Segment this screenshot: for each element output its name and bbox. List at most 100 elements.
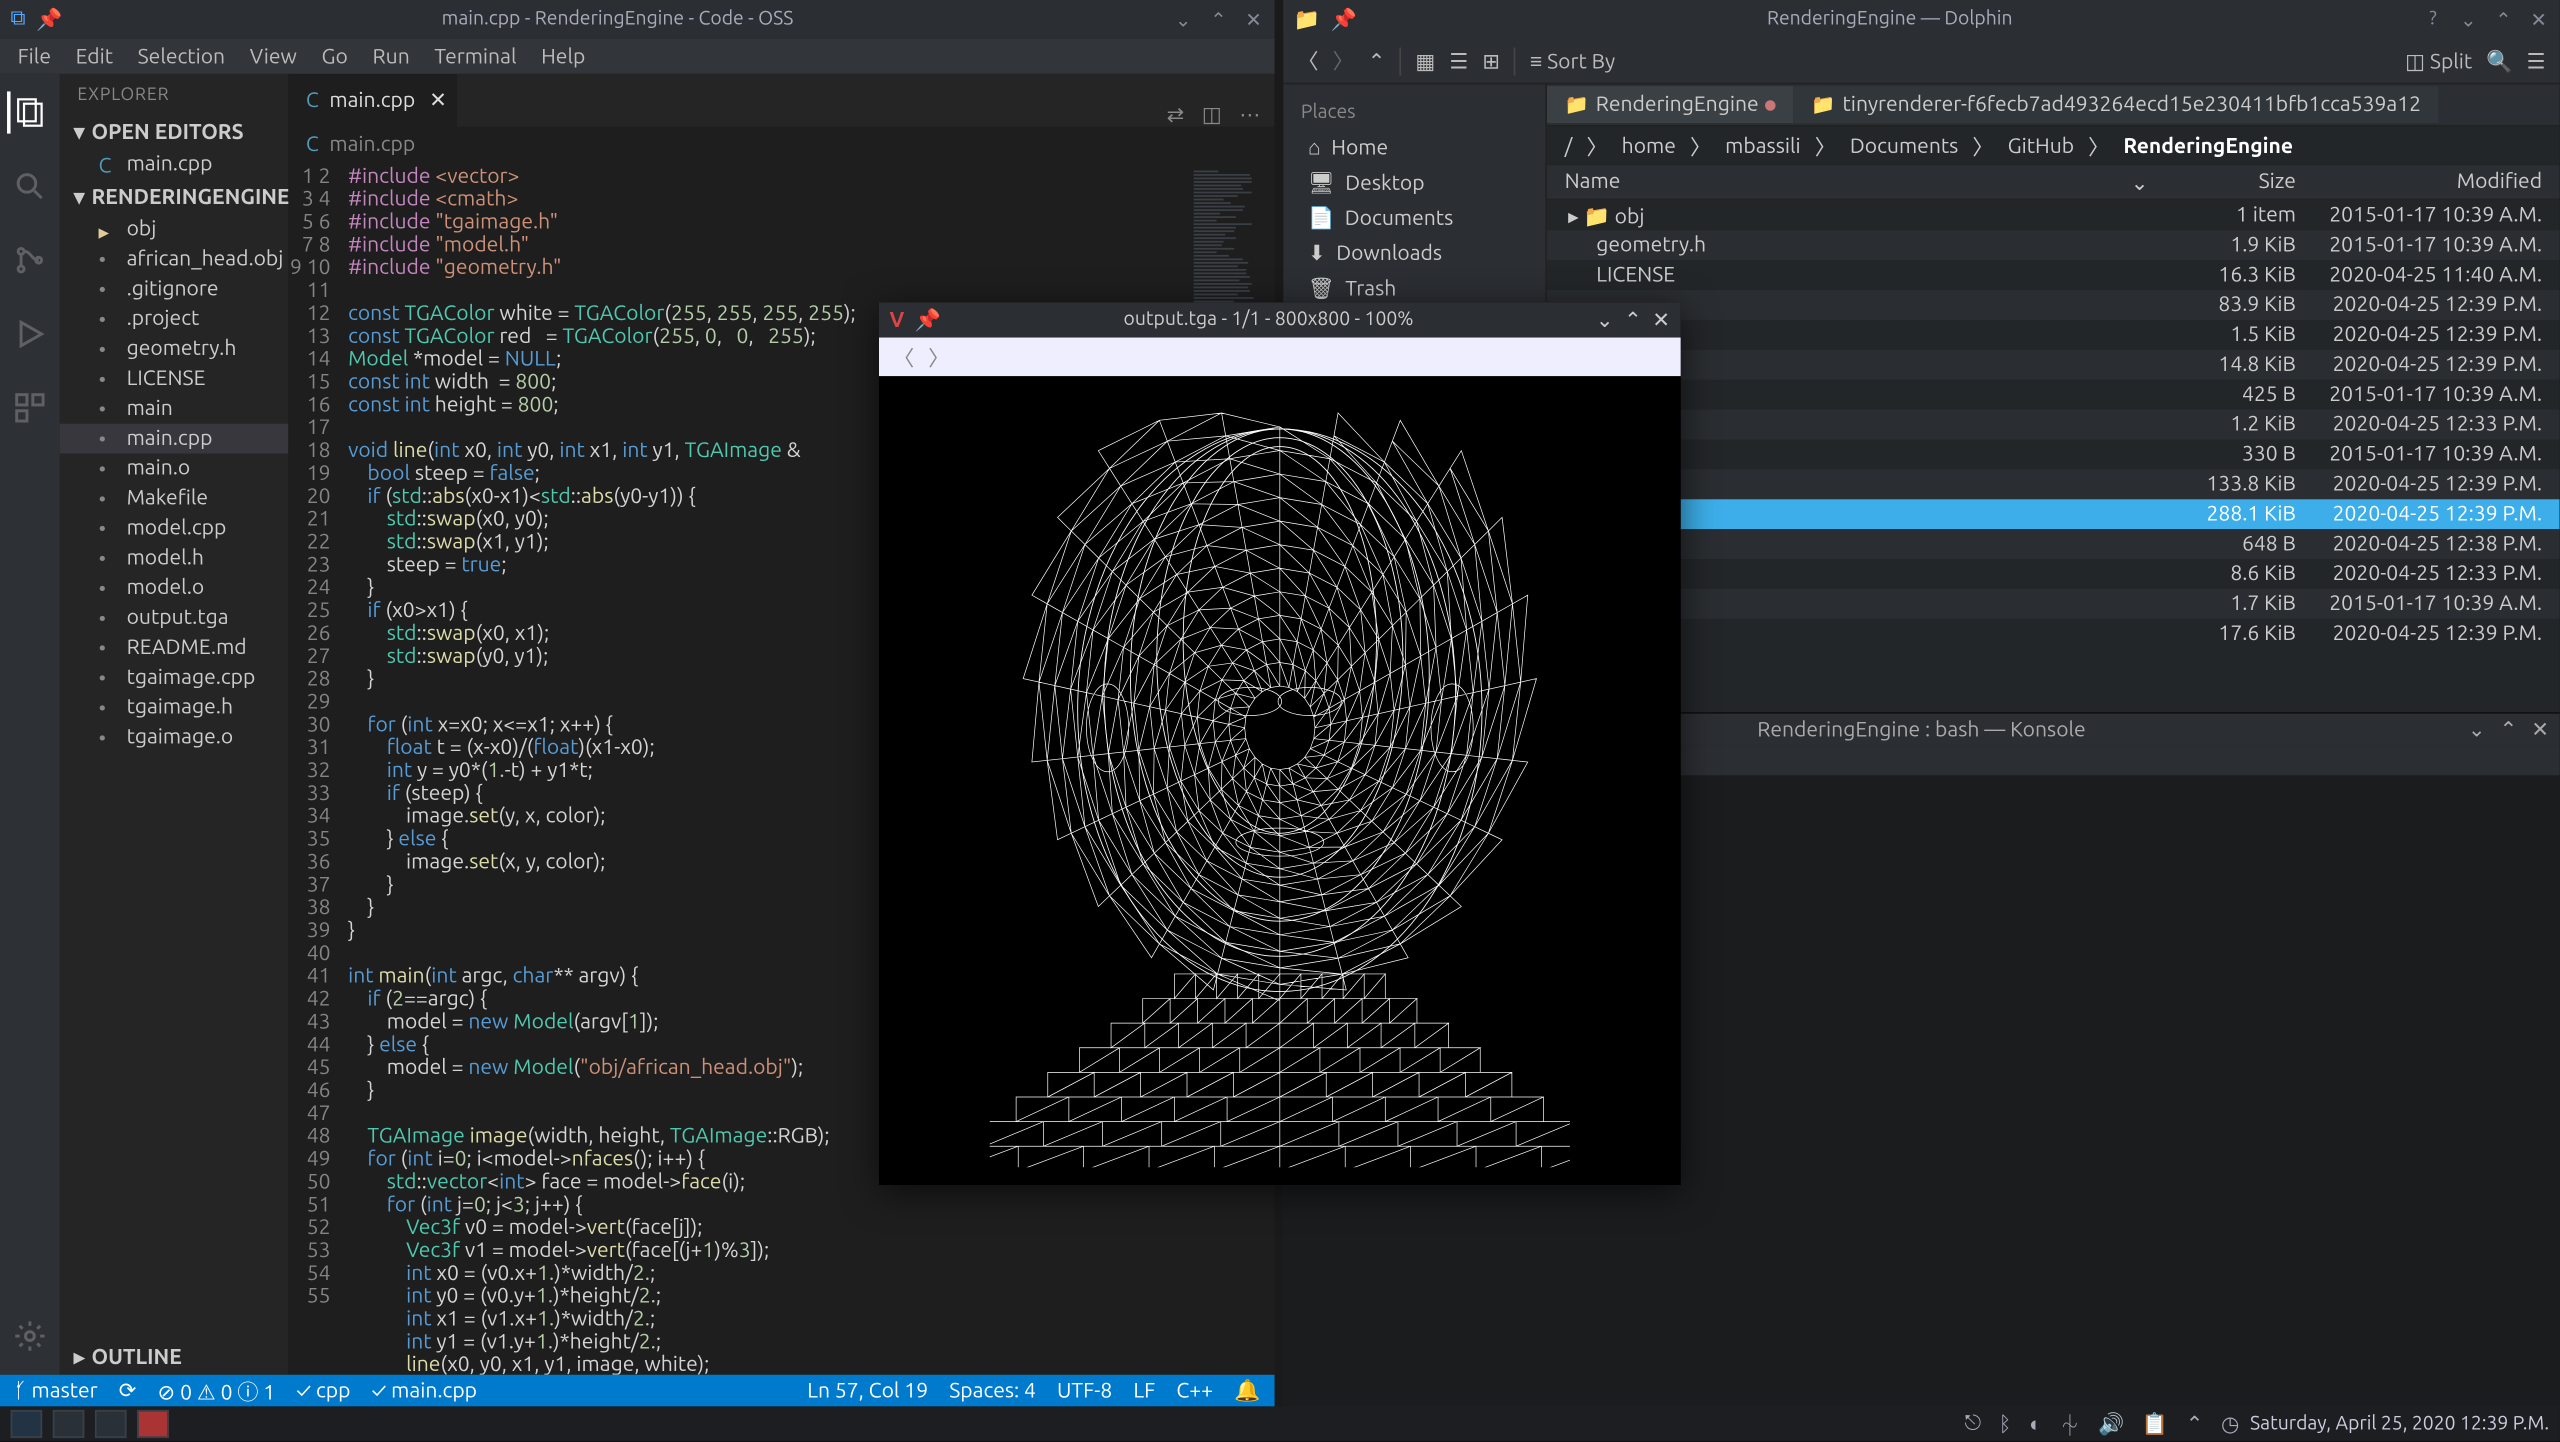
settings-gear-icon[interactable]: [9, 1315, 51, 1357]
notifications-icon[interactable]: ◷: [2221, 1412, 2239, 1437]
hamburger-icon[interactable]: ☰: [2527, 48, 2546, 73]
menu-selection[interactable]: Selection: [138, 45, 225, 68]
tree-item[interactable]: ▸obj: [60, 214, 289, 244]
lang-mode[interactable]: C++: [1176, 1379, 1213, 1402]
breadcrumb-path[interactable]: /〉 home〉 mbassili〉 Documents〉 GitHub〉 Re…: [1547, 127, 2560, 166]
tree-item[interactable]: •LICENSE: [60, 364, 289, 394]
location-tab-1[interactable]: 📁 RenderingEngine: [1547, 86, 1794, 123]
tree-item[interactable]: •tgaimage.cpp: [60, 663, 289, 693]
file-row[interactable]: e.cpp8.6 KiB2020-04-25 12:33 P.M.: [1547, 559, 2560, 589]
maximize-icon[interactable]: ⌃: [1624, 308, 1642, 333]
file-row[interactable]: geometry.h1.9 KiB2015-01-17 10:39 A.M.: [1547, 230, 2560, 260]
file-row[interactable]: p1.5 KiB2020-04-25 12:39 P.M.: [1547, 320, 2560, 350]
compare-icon[interactable]: ⇄: [1167, 102, 1185, 127]
tray-icon[interactable]: ⎋: [1964, 1412, 1981, 1437]
minimize-icon[interactable]: ⌄: [1596, 308, 1614, 333]
git-branch[interactable]: ᚶ master: [14, 1379, 98, 1402]
close-icon[interactable]: ✕: [2531, 717, 2549, 742]
file-row[interactable]: e.h1.7 KiB2015-01-17 10:39 A.M.: [1547, 589, 2560, 619]
status-file[interactable]: ✓ main.cpp: [372, 1379, 478, 1402]
back-icon[interactable]: 〈: [1297, 46, 1318, 76]
menu-file[interactable]: File: [18, 45, 51, 68]
file-row[interactable]: LICENSE16.3 KiB2020-04-25 11:40 A.M.: [1547, 260, 2560, 290]
maximize-icon[interactable]: ⌃: [2500, 717, 2518, 742]
file-list-header[interactable]: Name ⌄ Size Modified: [1547, 165, 2560, 200]
sort-button[interactable]: ≡ Sort By: [1530, 48, 1615, 73]
places-item[interactable]: 🗑Trash: [1283, 271, 1545, 306]
file-row[interactable]: ▸ 📁 obj1 item2015-01-17 10:39 A.M.: [1547, 200, 2560, 230]
split-editor-icon[interactable]: ◫: [1202, 102, 1222, 127]
search-icon[interactable]: 🔍: [2486, 48, 2512, 73]
outline-header[interactable]: ▸OUTLINE: [60, 1340, 289, 1375]
minimize-icon[interactable]: ⌄: [2458, 9, 2479, 30]
view-details-icon[interactable]: ⊞: [1482, 48, 1500, 73]
places-item[interactable]: 📄Documents: [1283, 200, 1545, 235]
tree-item[interactable]: •african_head.obj: [60, 244, 289, 274]
menu-view[interactable]: View: [250, 45, 297, 68]
status-lang[interactable]: ✓ cpp: [296, 1379, 350, 1402]
encoding[interactable]: UTF-8: [1057, 1379, 1112, 1402]
minimize-icon[interactable]: ⌃: [1208, 9, 1229, 30]
breadcrumb[interactable]: Cmain.cpp: [288, 127, 1274, 162]
debug-icon[interactable]: [9, 313, 51, 355]
file-row[interactable]: 330 B2015-01-17 10:39 A.M.: [1547, 440, 2560, 470]
file-row[interactable]: 83.9 KiB2020-04-25 12:39 P.M.: [1547, 290, 2560, 320]
cursor-pos[interactable]: Ln 57, Col 19: [807, 1379, 928, 1402]
help-icon[interactable]: ?: [2423, 9, 2444, 30]
tab-main-cpp[interactable]: C main.cpp ✕: [288, 74, 457, 127]
task-button[interactable]: [95, 1410, 127, 1438]
up-icon[interactable]: ⌃: [1368, 48, 1386, 73]
prev-icon[interactable]: 〈: [893, 342, 914, 372]
minimize-icon[interactable]: ⌄: [2468, 717, 2486, 742]
task-button[interactable]: [137, 1410, 169, 1438]
indent[interactable]: Spaces: 4: [949, 1379, 1036, 1402]
tree-item[interactable]: •Makefile: [60, 483, 289, 513]
tree-item[interactable]: •main.cpp: [60, 424, 289, 454]
bell-icon[interactable]: 🔔: [1234, 1378, 1260, 1403]
next-icon[interactable]: 〉: [928, 342, 949, 372]
file-row[interactable]: pp1.2 KiB2020-04-25 12:33 P.M.: [1547, 410, 2560, 440]
menu-help[interactable]: Help: [541, 45, 585, 68]
tree-item[interactable]: •tgaimage.h: [60, 693, 289, 723]
clipboard-icon[interactable]: 📋: [2142, 1412, 2168, 1437]
file-row[interactable]: 425 B2015-01-17 10:39 A.M.: [1547, 380, 2560, 410]
tree-item[interactable]: •main.o: [60, 454, 289, 484]
project-header[interactable]: ▾RENDERINGENGINE: [60, 179, 289, 214]
explorer-icon[interactable]: [7, 91, 49, 133]
tree-item[interactable]: •model.o: [60, 573, 289, 603]
tree-item[interactable]: •.gitignore: [60, 274, 289, 304]
menu-run[interactable]: Run: [373, 45, 410, 68]
forward-icon[interactable]: 〉: [1333, 46, 1354, 76]
tree-item[interactable]: •model.h: [60, 543, 289, 573]
view-icons-icon[interactable]: ▦: [1415, 48, 1435, 73]
sync-icon[interactable]: ⟳: [119, 1378, 137, 1403]
close-icon[interactable]: ✕: [2528, 9, 2549, 30]
file-row[interactable]: e.o17.6 KiB2020-04-25 12:39 P.M.: [1547, 619, 2560, 649]
bluetooth-icon[interactable]: ᛒ: [1999, 1413, 2012, 1436]
tray-icon[interactable]: ◐: [2029, 1412, 2042, 1437]
chevron-down-icon[interactable]: ⌄: [1173, 9, 1194, 30]
menu-terminal[interactable]: Terminal: [434, 45, 516, 68]
chevron-up-icon[interactable]: ⌃: [2186, 1412, 2204, 1437]
tree-item[interactable]: •tgaimage.o: [60, 723, 289, 753]
pin-icon[interactable]: 📌: [1331, 7, 1357, 32]
places-item[interactable]: 🖥Desktop: [1283, 165, 1545, 200]
problems[interactable]: ⊘ 0 ⚠ 0 ⓘ 1: [158, 1376, 276, 1406]
tree-item[interactable]: •output.tga: [60, 603, 289, 633]
close-icon[interactable]: ✕: [1243, 9, 1264, 30]
tree-item[interactable]: •.project: [60, 304, 289, 334]
volume-icon[interactable]: 🔊: [2098, 1412, 2124, 1437]
network-icon[interactable]: ⏆: [2059, 1409, 2080, 1439]
tree-item[interactable]: •README.md: [60, 633, 289, 663]
extensions-icon[interactable]: [9, 387, 51, 429]
tab-close-icon[interactable]: ✕: [429, 88, 447, 113]
tree-item[interactable]: •model.cpp: [60, 513, 289, 543]
open-editor-item[interactable]: Cmain.cpp: [60, 149, 289, 179]
file-row[interactable]: .md648 B2020-04-25 12:38 P.M.: [1547, 529, 2560, 559]
open-editors-header[interactable]: ▾OPEN EDITORS: [60, 114, 289, 149]
file-row[interactable]: ga288.1 KiB2020-04-25 12:39 P.M.: [1547, 499, 2560, 529]
file-row[interactable]: 14.8 KiB2020-04-25 12:39 P.M.: [1547, 350, 2560, 380]
task-button[interactable]: [53, 1410, 85, 1438]
pin-icon[interactable]: 📌: [915, 308, 941, 333]
split-button[interactable]: ◫ Split: [2405, 48, 2472, 73]
